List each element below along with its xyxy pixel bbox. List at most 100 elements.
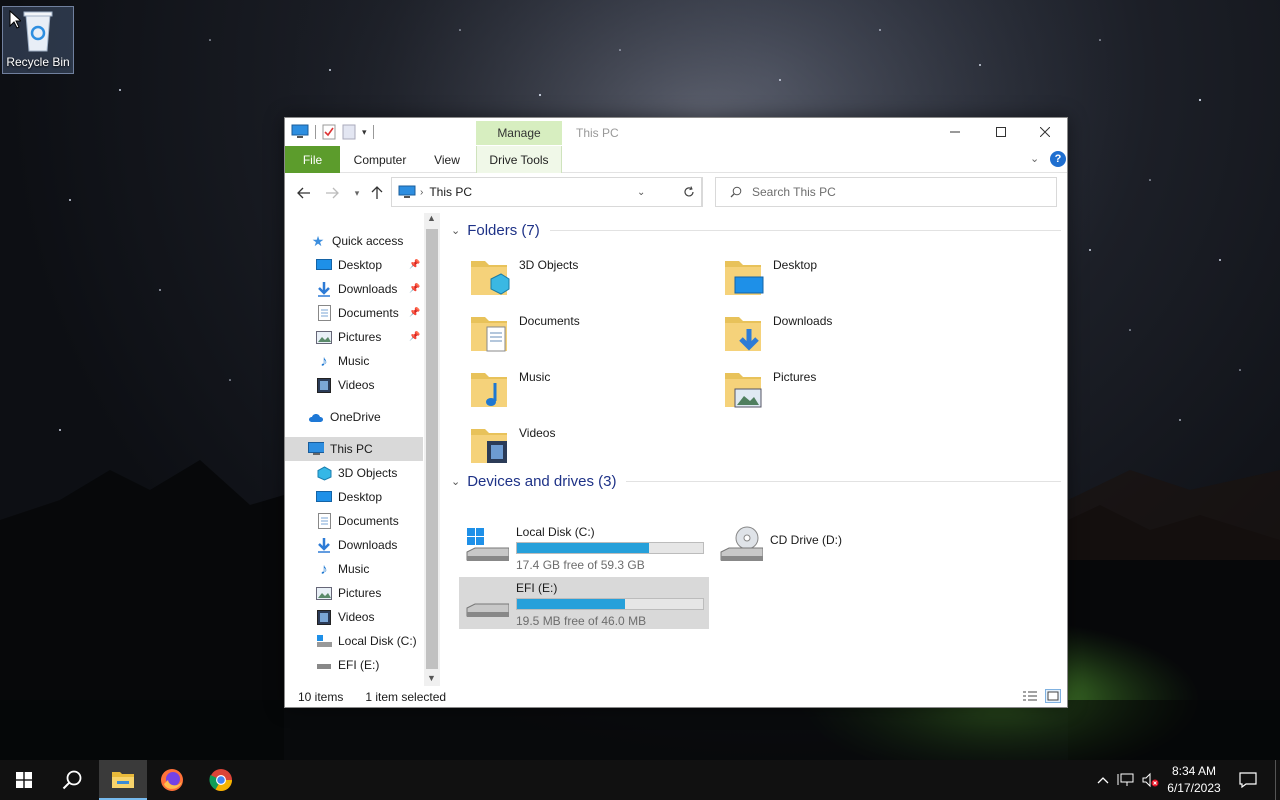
forward-button[interactable] — [323, 184, 341, 202]
nav-this-pc[interactable]: This PC — [285, 437, 423, 461]
taskbar-firefox[interactable] — [148, 760, 196, 800]
collapse-chevron-icon[interactable]: ⌄ — [451, 224, 460, 237]
properties-icon[interactable] — [322, 124, 336, 140]
pin-icon[interactable]: 📌 — [409, 283, 420, 294]
show-desktop-button[interactable] — [1275, 760, 1280, 800]
tab-computer[interactable]: Computer — [345, 146, 415, 173]
nav-scrollbar[interactable]: ▲ ▼ — [424, 213, 440, 686]
show-hidden-icons-button[interactable] — [1094, 760, 1112, 800]
documents-folder-icon — [471, 317, 507, 352]
nav-label: 3D Objects — [338, 466, 398, 480]
taskbar: 8:34 AM 6/17/2023 — [0, 760, 1280, 800]
folder-documents[interactable]: Documents — [459, 307, 709, 359]
address-path[interactable]: This PC — [429, 185, 472, 199]
action-center-button[interactable] — [1234, 760, 1262, 800]
customize-qat-chevron-icon[interactable]: ▾ — [362, 127, 367, 138]
nav-pc-desktop[interactable]: Desktop — [285, 485, 423, 509]
address-separator-chevron-icon[interactable]: › — [420, 187, 423, 198]
qat-separator — [315, 125, 316, 139]
search-box[interactable]: Search This PC — [715, 177, 1057, 207]
taskbar-file-explorer[interactable] — [99, 760, 147, 800]
tab-view[interactable]: View — [425, 146, 469, 173]
nav-qa-music[interactable]: ♪ Music — [285, 349, 423, 373]
nav-label: Pictures — [338, 330, 382, 344]
nav-pc-videos[interactable]: Videos — [285, 605, 423, 629]
up-button[interactable] — [368, 184, 386, 202]
folder-downloads[interactable]: Downloads — [713, 307, 963, 359]
scrollbar-thumb[interactable] — [426, 229, 438, 669]
nav-pc-efi-e[interactable]: EFI (E:) — [285, 653, 423, 677]
nav-pc-pictures[interactable]: Pictures — [285, 581, 423, 605]
documents-icon — [316, 513, 332, 529]
navigation-pane: ★ Quick access Desktop 📌 Downloads 📌 Doc… — [285, 213, 440, 686]
expand-ribbon-chevron-icon[interactable]: ⌄ — [1030, 152, 1039, 165]
nav-label: Music — [338, 562, 370, 576]
nav-pc-documents[interactable]: Documents — [285, 509, 423, 533]
clock-date: 6/17/2023 — [1167, 781, 1221, 795]
nav-quick-access[interactable]: ★ Quick access — [285, 229, 423, 253]
scroll-down-icon[interactable]: ▼ — [427, 673, 436, 683]
nav-pc-downloads[interactable]: Downloads — [285, 533, 423, 557]
refresh-button[interactable] — [675, 177, 703, 207]
pin-icon[interactable]: 📌 — [409, 307, 420, 318]
nav-qa-videos[interactable]: Videos — [285, 373, 423, 397]
folder-desktop[interactable]: Desktop — [713, 251, 963, 303]
scroll-up-icon[interactable]: ▲ — [427, 213, 436, 223]
folder-3d-objects[interactable]: 3D Objects — [459, 251, 709, 303]
nav-label: Desktop — [338, 490, 383, 504]
tab-drive-tools[interactable]: Drive Tools — [476, 146, 562, 173]
folder-music[interactable]: Music — [459, 363, 709, 415]
drive-efi-e[interactable]: EFI (E:) 19.5 MB free of 46.0 MB — [459, 577, 709, 629]
collapse-chevron-icon[interactable]: ⌄ — [451, 475, 460, 488]
nav-qa-downloads[interactable]: Downloads 📌 — [285, 277, 423, 301]
nav-pc-music[interactable]: ♪ Music — [285, 557, 423, 581]
folders-header-label: Folders (7) — [467, 221, 540, 239]
tab-file[interactable]: File — [285, 146, 340, 173]
music-folder-icon — [471, 373, 507, 407]
taskbar-chrome[interactable] — [197, 760, 245, 800]
content-pane: ⌄ Folders (7) 3D Objects Desktop Documen… — [445, 213, 1065, 686]
nav-label: Downloads — [338, 538, 398, 552]
help-icon[interactable]: ? — [1050, 151, 1066, 167]
search-placeholder: Search This PC — [752, 185, 836, 199]
nav-qa-desktop[interactable]: Desktop 📌 — [285, 253, 423, 277]
address-bar[interactable]: › This PC ⌄ — [391, 177, 702, 207]
tab-manage[interactable]: Manage — [476, 121, 562, 145]
details-view-icon[interactable] — [1022, 690, 1038, 703]
close-button[interactable] — [1022, 118, 1068, 146]
nav-label: Videos — [338, 610, 375, 624]
large-icons-view-icon[interactable] — [1045, 689, 1061, 703]
volume-tray-button[interactable] — [1140, 760, 1160, 800]
windows-drive-icon — [466, 528, 509, 561]
up-arrow-icon — [371, 186, 383, 199]
start-button[interactable] — [0, 760, 48, 800]
recent-locations-button[interactable]: ▾ — [348, 184, 366, 202]
nav-onedrive[interactable]: OneDrive — [285, 405, 423, 429]
this-pc-icon — [398, 185, 416, 198]
nav-label: Quick access — [332, 234, 404, 248]
back-button[interactable] — [295, 184, 313, 202]
nav-qa-documents[interactable]: Documents 📌 — [285, 301, 423, 325]
nav-qa-pictures[interactable]: Pictures 📌 — [285, 325, 423, 349]
folder-pictures[interactable]: Pictures — [713, 363, 963, 415]
network-tray-button[interactable] — [1116, 760, 1136, 800]
folder-videos[interactable]: Videos — [459, 419, 709, 471]
drive-free-space: 17.4 GB free of 59.3 GB — [516, 558, 645, 572]
drive-cd-d[interactable]: CD Drive (D:) — [713, 521, 963, 573]
pin-icon[interactable]: 📌 — [409, 331, 420, 342]
taskbar-clock[interactable]: 8:34 AM 6/17/2023 — [1162, 763, 1226, 797]
pin-icon[interactable]: 📌 — [409, 259, 420, 270]
nav-pc-local-disk-c[interactable]: Local Disk (C:) — [285, 629, 423, 653]
new-folder-icon[interactable] — [342, 124, 356, 140]
status-selection: 1 item selected — [365, 690, 447, 704]
forward-arrow-icon — [326, 187, 339, 199]
folders-group-header[interactable]: ⌄ Folders (7) — [451, 219, 1061, 241]
address-dropdown-icon[interactable]: ⌄ — [637, 187, 645, 198]
maximize-button[interactable] — [978, 118, 1024, 146]
search-button[interactable] — [48, 760, 96, 800]
nav-pc-3d-objects[interactable]: 3D Objects — [285, 461, 423, 485]
minimize-button[interactable] — [932, 118, 978, 146]
drive-local-disk-c[interactable]: Local Disk (C:) 17.4 GB free of 59.3 GB — [459, 521, 709, 573]
window-title: This PC — [576, 126, 619, 140]
drives-group-header[interactable]: ⌄ Devices and drives (3) — [451, 470, 1061, 492]
